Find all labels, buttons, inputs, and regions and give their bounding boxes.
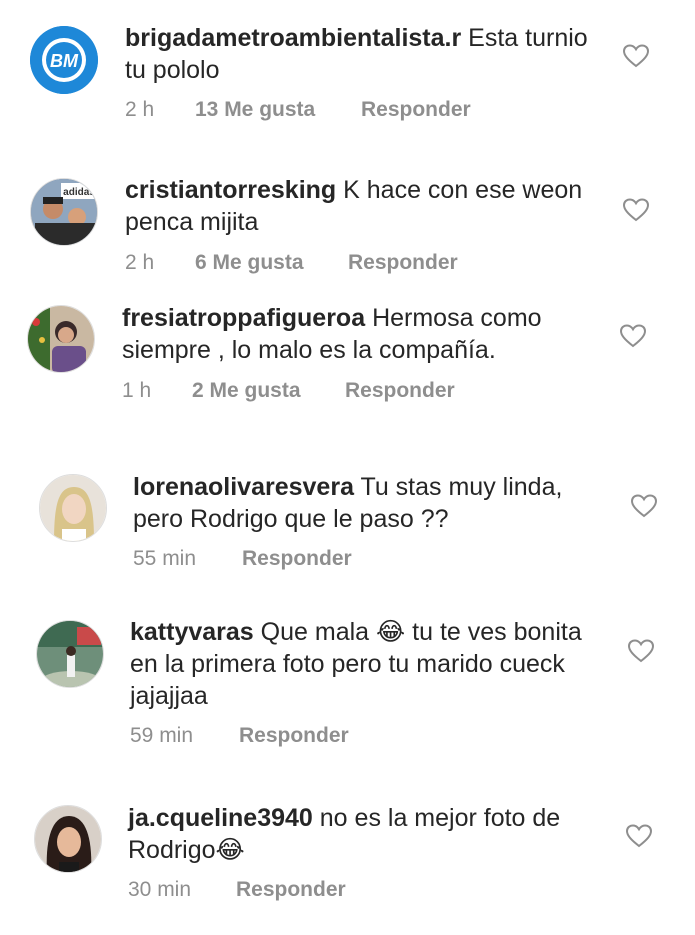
comment-username[interactable]: fresiatroppafigueroa <box>122 304 365 332</box>
profile-photo-icon <box>35 806 101 872</box>
comment-text: cristiantorresking K hace con ese weon p… <box>125 174 605 238</box>
avatar-logo-text: adidas <box>63 187 95 198</box>
heart-icon[interactable] <box>623 44 649 68</box>
comment-time: 2 h <box>125 251 155 274</box>
comment-time: 2 h <box>125 98 155 121</box>
comment-text: kattyvaras Que mala 😂 tu te ves bonita e… <box>130 616 610 712</box>
heart-icon[interactable] <box>620 324 646 348</box>
heart-icon[interactable] <box>628 639 654 663</box>
avatar-initials: BM <box>50 51 79 71</box>
comment-time: 30 min <box>128 878 192 901</box>
reply-button[interactable]: Responder <box>236 878 346 902</box>
comment-username[interactable]: ja.cqueline3940 <box>128 804 313 832</box>
reply-button[interactable]: Responder <box>345 379 455 403</box>
reply-button[interactable]: Responder <box>348 251 458 275</box>
avatar[interactable]: BM <box>30 26 98 94</box>
comment-username[interactable]: cristiantorresking <box>125 176 336 204</box>
comment-meta: 2 h 13 Me gusta Responder <box>125 98 471 122</box>
comment-text: brigadametroambientalista.r Esta turnio … <box>125 22 605 86</box>
reply-button[interactable]: Responder <box>361 98 471 122</box>
comment-time: 55 min <box>133 547 197 570</box>
comment-text: ja.cqueline3940 no es la mejor foto de R… <box>128 802 608 866</box>
comment-time: 59 min <box>130 724 194 747</box>
heart-icon[interactable] <box>626 824 652 848</box>
likes-count[interactable]: 6 Me gusta <box>195 251 348 275</box>
comment-text: fresiatroppafigueroa Hermosa como siempr… <box>122 302 602 366</box>
heart-icon[interactable] <box>623 198 649 222</box>
profile-photo-icon <box>28 306 94 372</box>
comment-meta: 30 min Responder <box>128 878 346 902</box>
reply-button[interactable]: Responder <box>242 547 352 571</box>
comment-username[interactable]: brigadametroambientalista.r <box>125 24 461 52</box>
profile-photo-icon <box>40 475 106 541</box>
likes-count[interactable]: 13 Me gusta <box>195 98 361 122</box>
brand-logo-icon: BM <box>30 26 98 94</box>
profile-photo-icon: adidas <box>31 179 97 245</box>
comment-username[interactable]: kattyvaras <box>130 618 254 646</box>
avatar[interactable] <box>27 305 95 373</box>
avatar[interactable] <box>34 805 102 873</box>
heart-icon[interactable] <box>631 494 657 518</box>
comment-meta: 1 h 2 Me gusta Responder <box>122 379 455 403</box>
profile-photo-icon <box>37 621 103 687</box>
comment-time: 1 h <box>122 379 152 402</box>
avatar[interactable]: adidas <box>30 178 98 246</box>
comment-username[interactable]: lorenaolivaresvera <box>133 473 354 501</box>
comment-text: lorenaolivaresvera Tu stas muy linda, pe… <box>133 471 613 535</box>
reply-button[interactable]: Responder <box>239 724 349 748</box>
comment-meta: 59 min Responder <box>130 724 349 748</box>
avatar[interactable] <box>39 474 107 542</box>
avatar[interactable] <box>36 620 104 688</box>
comment-meta: 2 h 6 Me gusta Responder <box>125 251 458 275</box>
likes-count[interactable]: 2 Me gusta <box>192 379 345 403</box>
comment-meta: 55 min Responder <box>133 547 352 571</box>
